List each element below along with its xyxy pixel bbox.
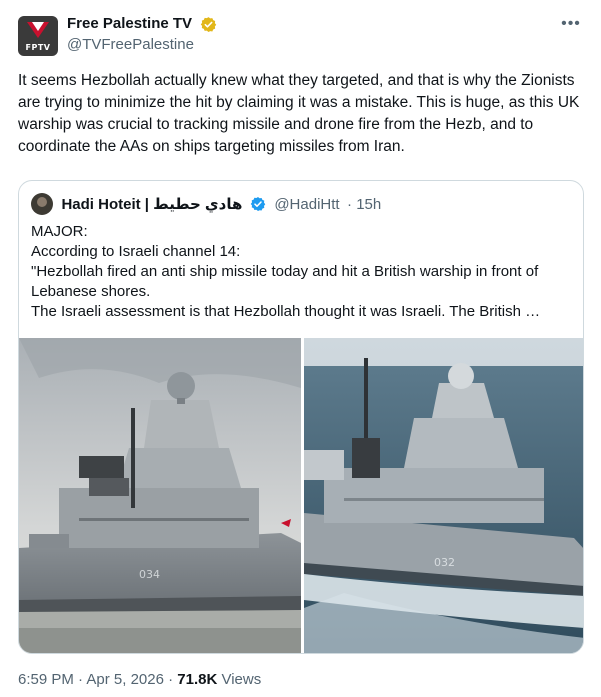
tweet-footer: 6:59 PM · Apr 5, 2026 · 71.8K Views	[18, 670, 261, 690]
quoted-tweet[interactable]: Hadi Hoteit | هادي حطيط @HadiHtt · 15h M…	[18, 180, 584, 654]
avatar-label: FPTV	[25, 43, 51, 52]
footer-separator: ·	[73, 671, 87, 688]
warship-sea-illustration: 032	[304, 338, 583, 653]
tweet-date[interactable]: Apr 5, 2026	[86, 671, 164, 688]
warship-harbor-illustration: 034	[19, 338, 301, 653]
ellipsis-icon[interactable]: •••	[561, 16, 581, 34]
author-handle[interactable]: @TVFreePalestine	[67, 35, 217, 55]
avatar[interactable]: FPTV	[18, 16, 58, 56]
quoted-time[interactable]: · 15h	[347, 196, 381, 213]
quoted-line: MAJOR:	[31, 223, 88, 240]
verified-gold-badge-icon	[200, 16, 216, 32]
warship-photo-harbor[interactable]: 034	[19, 338, 301, 653]
quoted-avatar[interactable]	[31, 193, 53, 215]
avatar-logo-inner	[32, 22, 44, 31]
tweet-text: It seems Hezbollah actually knew what th…	[18, 72, 580, 155]
author-block: Free Palestine TV @TVFreePalestine	[67, 14, 217, 55]
warship-photo-at-sea[interactable]: 032	[304, 338, 583, 653]
quoted-line: According to Israeli channel 14:	[31, 243, 241, 260]
quoted-line: The Israeli assessment is that Hezbollah…	[31, 303, 541, 320]
quoted-tweet-text: MAJOR: According to Israeli channel 14: …	[31, 222, 571, 322]
verified-blue-badge-icon	[250, 197, 266, 211]
footer-separator: ·	[163, 671, 178, 688]
quoted-tweet-header: Hadi Hoteit | هادي حطيط @HadiHtt · 15h	[31, 193, 381, 215]
hull-number: 034	[139, 568, 160, 581]
views-count: 71.8K	[177, 671, 218, 688]
tweet-time[interactable]: 6:59 PM	[18, 671, 74, 688]
hull-number: 032	[434, 556, 455, 569]
tweet-card: FPTV Free Palestine TV @TVFreePalestine …	[0, 0, 601, 697]
tweet-header: FPTV Free Palestine TV @TVFreePalestine …	[18, 14, 585, 58]
quoted-display-name[interactable]: Hadi Hoteit | هادي حطيط	[61, 195, 242, 213]
author-display-name[interactable]: Free Palestine TV	[67, 14, 192, 34]
quoted-handle[interactable]: @HadiHtt	[274, 196, 339, 213]
quoted-line: "Hezbollah fired an anti ship missile to…	[31, 263, 539, 300]
views-label: Views	[217, 671, 262, 688]
quoted-media: 034 032	[19, 338, 583, 653]
